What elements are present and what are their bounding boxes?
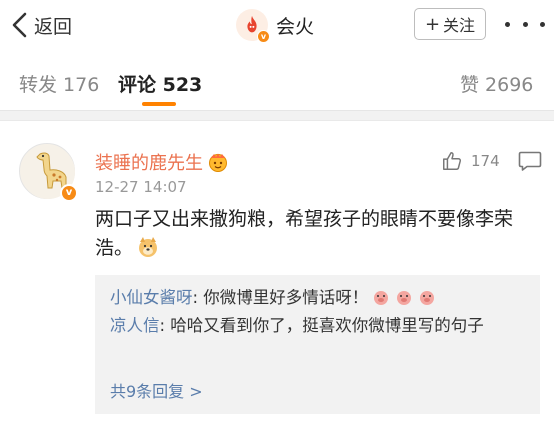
top-navigation-bar: 返回 v 会火 + 关注 (0, 0, 554, 50)
reply-item[interactable]: 凉人信: 哈哈又看到你了，挺喜欢你微博里写的句子 (110, 312, 530, 339)
verified-badge-icon: v (257, 30, 270, 43)
account-header[interactable]: v 会火 (236, 7, 314, 43)
back-label: 返回 (34, 15, 73, 38)
reply-author[interactable]: 小仙女酱呀 (110, 288, 193, 307)
pig-emoji-icon (397, 291, 412, 305)
view-all-replies-link[interactable]: 共9条回复 > (110, 378, 203, 402)
chevron-left-icon (12, 12, 27, 38)
like-count: 174 (471, 152, 500, 170)
post-tabs: 转发 176 评论 523 赞 2696 (0, 58, 554, 110)
commenter-avatar[interactable]: v (19, 143, 78, 202)
reply-item[interactable]: 小仙女酱呀: 你微博里好多情话呀！ (110, 284, 530, 311)
comment-author-name: 装睡的鹿先生 (95, 153, 203, 174)
fan-crown-badge-icon (209, 153, 227, 172)
comment-bubble-icon[interactable] (518, 150, 542, 172)
more-options-button[interactable] (505, 12, 545, 36)
more-dot (522, 21, 528, 27)
divider (0, 120, 554, 121)
pig-emoji-icon (374, 291, 389, 305)
reply-text: : 你微博里好多情话呀！ (192, 288, 369, 307)
account-avatar: v (236, 9, 270, 43)
plus-icon: + (424, 13, 441, 35)
reply-author[interactable]: 凉人信 (110, 316, 160, 335)
comment-body: 两口子又出来撒狗粮，希望孩子的眼睛不要像李荣浩。 (95, 205, 540, 263)
comment-author[interactable]: 装睡的鹿先生 (95, 149, 229, 175)
thumbs-up-icon (443, 152, 462, 170)
more-dot (540, 21, 545, 27)
doge-emoji-icon (139, 237, 158, 257)
tab-likes[interactable]: 赞 2696 (460, 70, 533, 97)
pig-emoji-icon (420, 291, 435, 305)
verified-badge-icon: v (60, 184, 78, 202)
tab-repost[interactable]: 转发 176 (19, 70, 99, 97)
more-dots-icon (505, 21, 510, 27)
follow-label: 关注 (443, 16, 476, 35)
reply-text: : 哈哈又看到你了，挺喜欢你微博里写的句子 (159, 316, 484, 335)
comment-timestamp: 12-27 14:07 (95, 178, 187, 196)
back-button[interactable]: 返回 (10, 9, 72, 41)
active-tab-indicator (142, 102, 176, 106)
like-button[interactable]: 174 (441, 149, 500, 173)
section-gap (0, 111, 554, 120)
tab-comments[interactable]: 评论 523 (118, 70, 202, 97)
replies-panel: 小仙女酱呀: 你微博里好多情话呀！ 凉人信: 哈哈又看到你了，挺喜欢你微博里写的… (95, 275, 540, 414)
follow-button[interactable]: + 关注 (414, 8, 486, 40)
account-name: 会火 (276, 15, 315, 38)
